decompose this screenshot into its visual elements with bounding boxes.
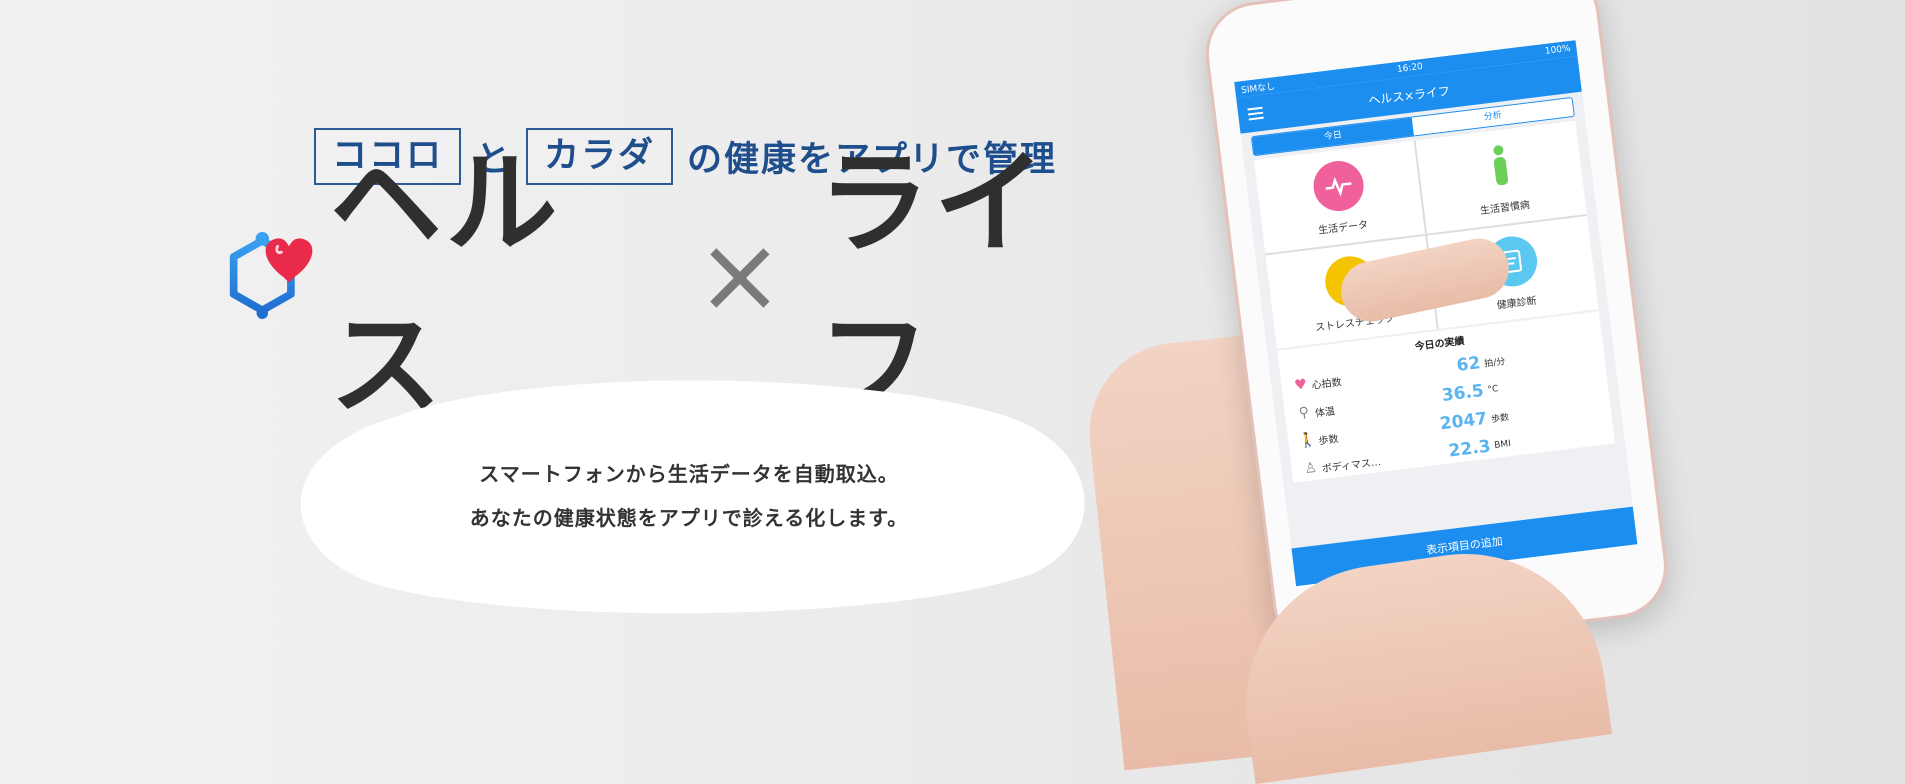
- heart-pulse-icon: [1310, 157, 1366, 214]
- walk-icon: 🚶: [1297, 431, 1318, 450]
- result-label: ボディマス…: [1321, 456, 1382, 475]
- brand-logo: ヘルス × ライフ: [226, 139, 1150, 431]
- health-life-logo-icon: [229, 232, 313, 319]
- hamburger-menu-icon[interactable]: [1247, 106, 1264, 121]
- tile-label: 生活習慣病: [1479, 199, 1531, 217]
- status-battery: 100%: [1544, 43, 1572, 57]
- description-line-1: スマートフォンから生活データを自動取込。: [479, 462, 899, 486]
- result-unit: °C: [1486, 384, 1499, 396]
- app-title: ヘルス×ライフ: [1367, 83, 1451, 108]
- phone-area: SIMなし 16:20 100% ヘルス×ライフ 今日 分析 生活データ 生活習…: [1040, 0, 1905, 784]
- brand-times: ×: [695, 214, 784, 336]
- hero-left: ココロ と カラダ の健康をアプリで管理 ヘルス × ライフ スマートフォンから…: [0, 0, 1150, 735]
- result-label: 心拍数: [1311, 376, 1343, 392]
- thermometer-icon: ⚲: [1297, 404, 1311, 422]
- status-time: 16:20: [1396, 61, 1424, 75]
- body-icon: [1471, 137, 1528, 194]
- tile-label: 生活データ: [1317, 219, 1369, 237]
- result-unit: 拍/分: [1483, 356, 1506, 370]
- phone-screen: SIMなし 16:20 100% ヘルス×ライフ 今日 分析 生活データ 生活習…: [1234, 40, 1638, 587]
- result-label: 体温: [1314, 405, 1336, 420]
- heart-icon: ♥: [1293, 376, 1308, 394]
- tile-lifestyle-disease[interactable]: 生活習慣病: [1415, 120, 1587, 234]
- result-value: 22.3: [1447, 436, 1492, 462]
- bubble-shape: [300, 380, 1085, 614]
- description-line-2: あなたの健康状態をアプリで診える化します。: [469, 506, 909, 530]
- body-mass-icon: ♙: [1303, 459, 1319, 478]
- description-bubble: スマートフォンから生活データを自動取込。 あなたの健康状態をアプリで診える化しま…: [272, 378, 1106, 620]
- result-unit: BMI: [1493, 438, 1512, 451]
- menu-tiles: 生活データ 生活習慣病 ストレスチェック 健康診断: [1253, 120, 1599, 349]
- tile-label: 健康診断: [1496, 295, 1538, 312]
- tile-life-data[interactable]: 生活データ: [1253, 140, 1426, 254]
- result-unit: 歩数: [1490, 412, 1510, 425]
- result-label: 歩数: [1317, 433, 1340, 447]
